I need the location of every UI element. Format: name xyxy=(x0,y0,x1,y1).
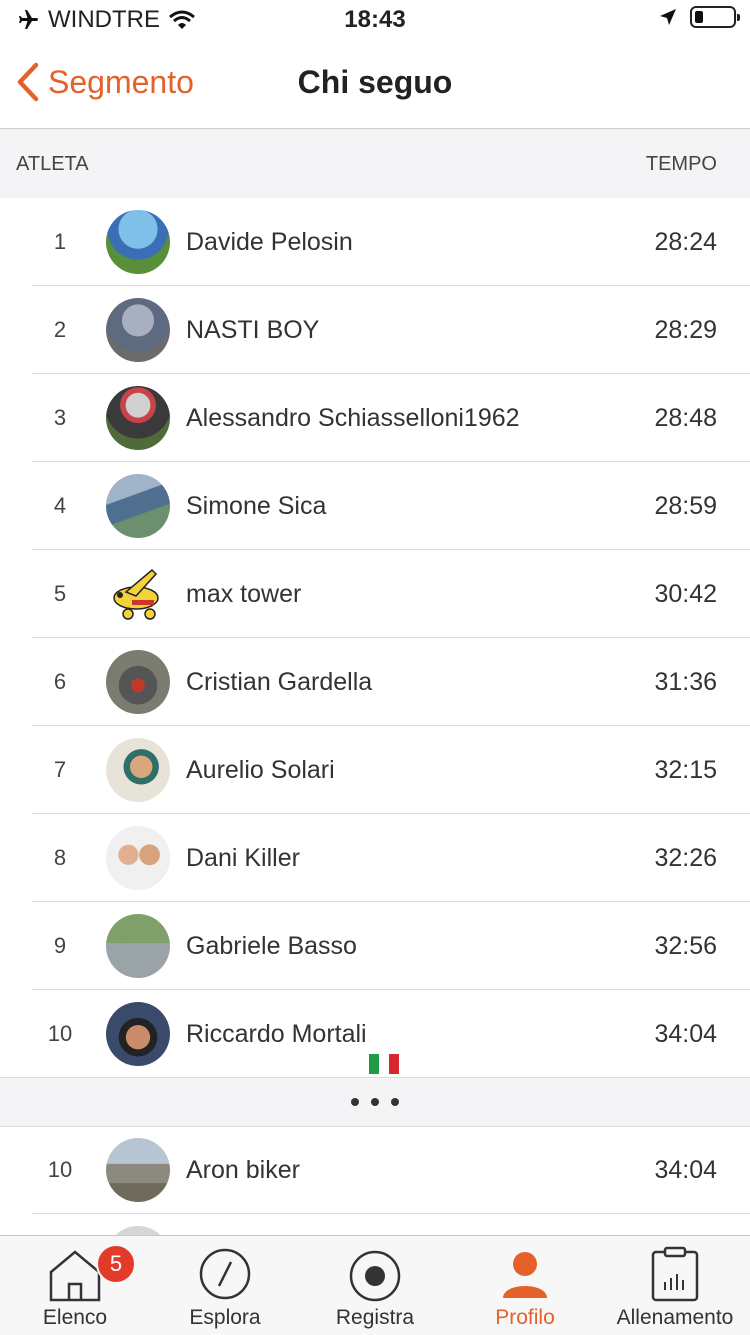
table-row[interactable]: 7 Aurelio Solari 32:15 xyxy=(0,726,750,814)
row-rank: 2 xyxy=(53,317,67,342)
notification-badge: 5 xyxy=(96,1244,136,1284)
athlete-name: Davide Pelosin xyxy=(186,228,353,256)
home-icon xyxy=(49,1250,101,1302)
table-row[interactable]: 2 NASTI BOY 28:29 xyxy=(0,286,750,374)
tab-label: Esplora xyxy=(189,1306,261,1329)
table-row[interactable]: 4 Simone Sica 28:59 xyxy=(0,462,750,550)
location-arrow-icon xyxy=(660,9,676,25)
athlete-name-text: Riccardo Mortali xyxy=(186,1020,367,1048)
record-icon xyxy=(349,1250,401,1302)
tab-label: Registra xyxy=(335,1306,415,1329)
avatar xyxy=(106,1002,170,1066)
athlete-name: Gabriele Basso xyxy=(186,932,357,960)
avatar xyxy=(106,738,170,802)
table-row[interactable]: 8 Dani Killer 32:26 xyxy=(0,814,750,902)
column-header-athlete: ATLETA xyxy=(16,153,89,175)
page-title: Chi seguo xyxy=(297,64,453,100)
athlete-time: 28:59 xyxy=(654,492,717,520)
ellipsis-dot xyxy=(371,1098,379,1106)
profile-icon xyxy=(503,1252,547,1298)
ellipsis-dot xyxy=(351,1098,359,1106)
athlete-name: NASTI BOY xyxy=(186,316,320,344)
athlete-name: Aron biker xyxy=(186,1156,300,1184)
tab-label: Elenco xyxy=(42,1306,108,1329)
tab-label: Allenamento xyxy=(616,1306,734,1329)
row-rank: 8 xyxy=(53,845,67,870)
status-right xyxy=(658,6,740,28)
athlete-time: 28:48 xyxy=(654,404,717,432)
tab-allenamento[interactable]: Allenamento xyxy=(600,1236,750,1335)
tab-label: Profilo xyxy=(495,1306,555,1329)
athlete-time: 34:04 xyxy=(654,1156,717,1184)
tab-elenco[interactable]: 5 Elenco xyxy=(0,1236,150,1335)
ellipsis-dot xyxy=(391,1098,399,1106)
clock: 18:43 xyxy=(344,6,406,33)
compass-icon xyxy=(199,1248,251,1300)
italy-flag-icon xyxy=(368,1022,399,1075)
athlete-time: 32:15 xyxy=(654,756,717,784)
battery-icon xyxy=(690,6,740,28)
athlete-name: Cristian Gardella xyxy=(186,668,373,696)
tab-bar: 5 Elenco Esplora Registra Profilo Allena… xyxy=(0,1235,750,1335)
current-user-row[interactable]: 10 Aron biker 34:04 xyxy=(0,1126,750,1214)
table-row[interactable]: 9 Gabriele Basso 32:56 xyxy=(0,902,750,990)
athlete-time: 32:56 xyxy=(654,932,717,960)
status-bar: WINDTRE 18:43 xyxy=(0,0,750,40)
avatar xyxy=(106,562,170,626)
avatar xyxy=(106,650,170,714)
avatar xyxy=(106,210,170,274)
row-rank: 4 xyxy=(53,493,67,518)
row-rank: 6 xyxy=(53,669,67,694)
training-log-icon xyxy=(651,1246,699,1302)
row-rank: 5 xyxy=(53,581,67,606)
athlete-time: 31:36 xyxy=(654,668,717,696)
row-rank: 1 xyxy=(53,229,67,254)
row-rank: 9 xyxy=(53,933,67,958)
row-rank: 10 xyxy=(47,1157,73,1182)
athlete-name: Aurelio Solari xyxy=(186,756,335,784)
table-row[interactable]: 3 Alessandro Schiasselloni1962 28:48 xyxy=(0,374,750,462)
tab-esplora[interactable]: Esplora xyxy=(150,1236,300,1335)
row-rank: 7 xyxy=(53,757,67,782)
nav-bar: Segmento Chi seguo xyxy=(0,40,750,129)
avatar xyxy=(106,1138,170,1202)
avatar xyxy=(106,914,170,978)
avatar xyxy=(106,474,170,538)
table-row[interactable]: 1 Davide Pelosin 28:24 xyxy=(0,198,750,286)
table-row[interactable]: 10 Riccardo Mortali 34:04 xyxy=(0,990,750,1078)
avatar xyxy=(106,386,170,450)
athlete-time: 32:26 xyxy=(654,844,717,872)
row-rank: 3 xyxy=(53,405,67,430)
tab-registra[interactable]: Registra xyxy=(300,1236,450,1335)
table-header: ATLETA TEMPO xyxy=(0,129,750,198)
athlete-name: Riccardo Mortali xyxy=(186,990,399,1078)
athlete-name: Simone Sica xyxy=(186,492,327,520)
athlete-name: Dani Killer xyxy=(186,844,300,872)
row-rank: 10 xyxy=(47,1021,73,1046)
athlete-name: max tower xyxy=(186,580,302,608)
athlete-time: 30:42 xyxy=(654,580,717,608)
athlete-time: 28:24 xyxy=(654,228,717,256)
athlete-time: 34:04 xyxy=(654,1020,717,1048)
avatar xyxy=(106,298,170,362)
row-divider xyxy=(32,1213,750,1214)
table-row[interactable]: 6 Cristian Gardella 31:36 xyxy=(0,638,750,726)
more-separator xyxy=(0,1077,750,1127)
avatar xyxy=(106,826,170,890)
athlete-name: Alessandro Schiasselloni1962 xyxy=(186,404,520,432)
column-header-time: TEMPO xyxy=(645,153,717,175)
tab-profilo[interactable]: Profilo xyxy=(450,1236,600,1335)
table-row[interactable]: 5 max tower 30:42 xyxy=(0,550,750,638)
athlete-time: 28:29 xyxy=(654,316,717,344)
